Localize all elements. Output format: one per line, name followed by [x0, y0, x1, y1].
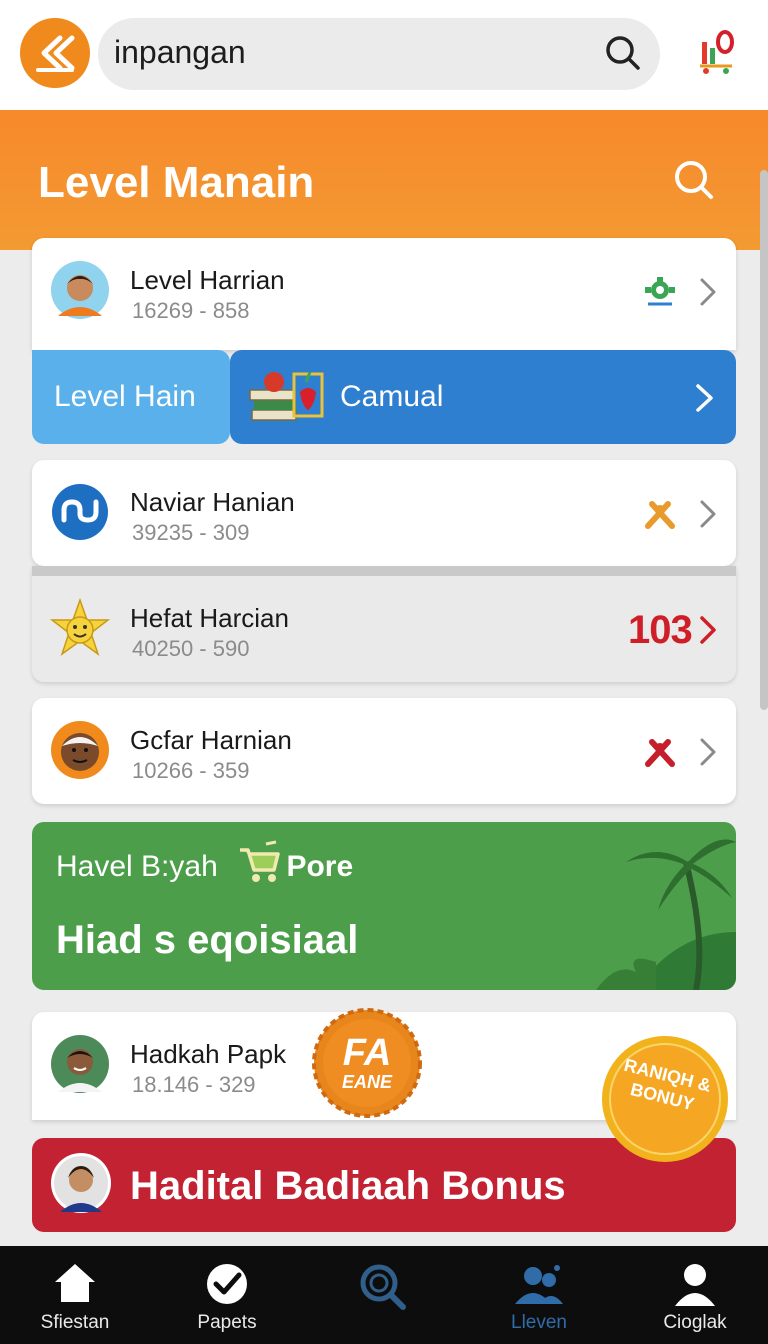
chevron-right-icon[interactable]	[698, 614, 718, 651]
list-item-meta: 39235 - 309	[132, 520, 250, 545]
list-item[interactable]: Level Harrian 16269 - 858	[32, 238, 736, 350]
cart-brand-icon[interactable]	[696, 28, 740, 81]
nav-item-papets[interactable]: Papets	[152, 1246, 302, 1344]
nav-item-profile[interactable]: Cioglak	[620, 1246, 768, 1344]
nav-item-home[interactable]: Sfiestan	[0, 1246, 150, 1344]
promo-subtitle-text: Havel B:yah	[56, 850, 218, 883]
home-icon	[53, 1262, 97, 1309]
avatar	[50, 720, 110, 780]
brand-logo-icon	[50, 482, 110, 542]
category-tab-casual[interactable]: Camual	[230, 350, 736, 444]
fa-badge[interactable]: FA EANE	[312, 1008, 422, 1118]
bonus-badge[interactable]: RANIQH & BONUY	[600, 1034, 730, 1164]
bottom-nav: Sfiestan Papets Lleven Cioglak	[0, 1246, 768, 1344]
avatar	[50, 260, 110, 320]
nav-item-label: Lleven	[511, 1312, 567, 1333]
scrollbar[interactable]	[760, 170, 768, 710]
star-face-icon	[49, 597, 111, 658]
page-header: Level Manain	[0, 110, 768, 250]
page-title: Level Manain	[38, 158, 315, 207]
check-circle-icon	[205, 1262, 249, 1311]
category-tab-label: Camual	[340, 380, 444, 413]
nav-item-label: Sfiestan	[40, 1312, 110, 1333]
list-item-title: Level Harrian	[130, 265, 285, 295]
chevron-right-icon[interactable]	[698, 736, 718, 773]
search-icon	[358, 1262, 408, 1317]
list-item-meta: 40250 - 590	[132, 636, 250, 661]
chevron-right-icon[interactable]	[694, 382, 716, 419]
nav-item-lleven[interactable]: Lleven	[464, 1246, 614, 1344]
list-item-meta: 10266 - 359	[132, 758, 250, 783]
nav-item-label: Papets	[197, 1312, 257, 1333]
list-item-title: Naviar Hanian	[130, 487, 295, 517]
bonus-banner-label: Hadital Badiaah Bonus	[130, 1164, 566, 1208]
list-item[interactable]: Gcfar Harnian 10266 - 359	[32, 698, 736, 804]
promo-subtitle: Havel B:yah Pore	[56, 850, 353, 884]
nav-item-search[interactable]	[308, 1246, 458, 1344]
search-icon[interactable]	[604, 34, 642, 77]
profile-icon	[673, 1262, 717, 1311]
avatar	[50, 1152, 112, 1219]
promo-subtitle-bold: Pore	[286, 850, 354, 883]
top-bar: inpangan	[0, 0, 768, 110]
category-tab-level[interactable]: Level Hain	[32, 350, 230, 444]
promo-banner[interactable]: Havel B:yah Pore Hiad s eqoisiaal	[32, 822, 736, 990]
list-item-title: Hefat Harcian	[130, 603, 289, 633]
palm-tree-icon	[596, 822, 736, 990]
avatar	[50, 1034, 110, 1094]
people-icon	[513, 1262, 565, 1311]
category-tab-label: Level Hain	[54, 380, 196, 413]
chevron-right-icon[interactable]	[698, 498, 718, 535]
list-item-title: Gcfar Harnian	[130, 725, 292, 755]
category-row: Level Hain Camual	[32, 350, 736, 444]
list-item[interactable]: Hefat Harcian 40250 - 590 103	[32, 566, 736, 682]
shopping-cart-icon	[236, 840, 282, 889]
promo-title: Hiad s eqoisiaal	[56, 918, 359, 962]
list-item-title: Hadkah Papk	[130, 1039, 287, 1069]
list-item-meta: 16269 - 858	[132, 298, 250, 323]
back-logo-icon[interactable]	[20, 18, 90, 88]
list-item[interactable]: Naviar Hanian 39235 - 309	[32, 460, 736, 566]
search-input-value[interactable]: inpangan	[114, 34, 246, 71]
nav-item-label: Cioglak	[663, 1312, 727, 1333]
count-badge: 103	[628, 608, 693, 652]
ribbon-badge-icon	[642, 734, 678, 775]
chevron-right-icon[interactable]	[698, 276, 718, 313]
fa-badge-title: FA	[342, 1032, 392, 1074]
books-icon	[248, 366, 328, 433]
fa-badge-subtitle: EANE	[341, 1072, 392, 1092]
settings-badge-icon	[642, 274, 678, 315]
ribbon-badge-icon	[642, 496, 678, 537]
list-item-meta: 18.146 - 329	[132, 1072, 256, 1097]
search-input[interactable]: inpangan	[98, 18, 660, 90]
header-search-icon[interactable]	[672, 158, 716, 207]
